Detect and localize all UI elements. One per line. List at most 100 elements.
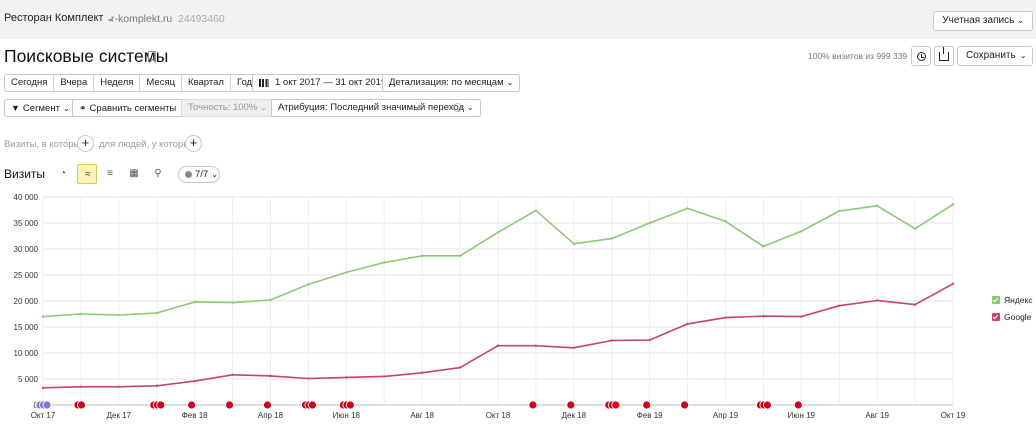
bookmark-icon[interactable]	[148, 51, 156, 62]
funnel-icon: ▼	[11, 103, 20, 113]
annotation-marker	[345, 400, 355, 410]
x-tick-label: Апр 19	[713, 411, 739, 420]
detail-select[interactable]: Детализация: по месяцам ⌄	[382, 74, 521, 92]
data-point	[686, 322, 689, 326]
data-point	[458, 254, 462, 257]
checkbox-icon	[992, 313, 1000, 321]
data-point	[800, 230, 803, 233]
data-point	[724, 220, 727, 223]
save-label: Сохранить	[966, 50, 1016, 61]
annotation-marker	[156, 400, 166, 410]
chart-type-map[interactable]: ⚲	[148, 164, 168, 184]
data-point	[193, 379, 196, 383]
annotation-marker	[308, 400, 317, 410]
map-pin-icon: ⚲	[154, 168, 162, 179]
data-point	[534, 344, 538, 347]
series-selector[interactable]: 7/7 ⌄	[178, 166, 220, 183]
data-point	[231, 373, 234, 377]
clock-icon	[917, 52, 926, 61]
chart-type-pie[interactable]: ◔	[53, 164, 73, 184]
top-bar: Ресторан Комплект ⌄ r-komplekt.ru 2449346…	[0, 0, 1036, 38]
x-tick-label: Окт 18	[486, 411, 511, 420]
attribution-select[interactable]: Атрибуция: Последний значимый переход ⌄	[271, 99, 481, 117]
y-tick-label: 10 000	[14, 349, 39, 358]
data-point	[610, 339, 613, 342]
data-point	[534, 209, 538, 212]
pie-chart-icon: ◔	[59, 168, 67, 179]
data-point	[496, 344, 500, 347]
legend-label-yandex: Яндекс	[1004, 295, 1033, 305]
x-tick-label: Апр 18	[258, 411, 284, 420]
data-point	[155, 384, 158, 387]
data-point	[572, 242, 576, 245]
legend-label-google: Google	[1004, 312, 1032, 322]
date-range-button[interactable]: 1 окт 2017 — 31 окт 2019	[252, 74, 394, 92]
add-visits-filter-button[interactable]: +	[77, 135, 94, 152]
chart-type-line[interactable]: ≈	[77, 164, 97, 184]
data-point	[41, 386, 45, 390]
data-point	[458, 366, 462, 369]
chart-type-area[interactable]: ≡	[100, 164, 120, 184]
data-point	[79, 312, 83, 316]
legend-item-google[interactable]: Google	[992, 312, 1031, 322]
detail-label: Детализация: по месяцам	[389, 77, 504, 88]
data-point	[724, 316, 727, 319]
segment-button[interactable]: ▼ Сегмент ⌄	[4, 99, 77, 117]
chevron-down-icon: ⌄	[506, 78, 514, 87]
visits-line-chart: 05 00010 00015 00020 00025 00030 00035 0…	[14, 193, 966, 420]
x-tick-label: Авг 19	[865, 411, 889, 420]
info-icon[interactable]	[453, 103, 462, 112]
x-tick-label: Фев 19	[637, 411, 663, 420]
annotation-marker	[42, 400, 52, 410]
segment-label: Сегмент	[22, 103, 60, 114]
data-point	[269, 298, 272, 302]
legend-item-yandex[interactable]: Яндекс	[992, 295, 1033, 305]
data-point	[193, 300, 196, 304]
people-filter-label: для людей, у которых	[99, 139, 195, 150]
period-selector: Сегодня Вчера Неделя Месяц Квартал Год	[4, 74, 260, 92]
data-point	[345, 376, 348, 379]
x-tick-label: Дек 18	[562, 411, 587, 420]
data-point	[875, 204, 879, 208]
period-yesterday[interactable]: Вчера	[54, 75, 95, 91]
data-point	[155, 311, 158, 315]
counter-selector[interactable]: Ресторан Комплект ⌄	[4, 12, 114, 24]
counter-name: Ресторан Комплект	[4, 12, 104, 24]
data-point	[686, 207, 689, 210]
y-tick-label: 35 000	[14, 219, 39, 228]
save-button[interactable]: Сохранить ⌄	[957, 46, 1033, 66]
add-people-filter-button[interactable]: +	[185, 135, 202, 152]
x-tick-label: Дек 17	[107, 411, 132, 420]
data-point	[572, 346, 576, 349]
export-icon	[939, 47, 949, 61]
accuracy-select[interactable]: Точность: 100% ⌄	[181, 99, 274, 117]
y-tick-label: 30 000	[14, 245, 39, 254]
period-week[interactable]: Неделя	[94, 75, 141, 91]
history-button[interactable]	[911, 46, 931, 66]
data-point	[800, 315, 803, 318]
compare-segments-button[interactable]: ⚭Сравнить сегменты⌄	[72, 99, 193, 117]
data-point	[913, 303, 917, 306]
export-button[interactable]	[934, 46, 954, 66]
x-tick-label: Окт 17	[31, 411, 56, 420]
data-point	[307, 283, 310, 286]
annotation-marker	[77, 400, 86, 410]
counter-site: r-komplekt.ru	[111, 13, 173, 25]
calendar-icon	[259, 79, 269, 87]
counter-id: 24493460	[178, 13, 225, 25]
data-point	[648, 221, 651, 225]
annotation-marker	[263, 400, 272, 410]
data-point	[496, 231, 500, 234]
annotation-marker	[225, 400, 234, 410]
data-point	[79, 385, 83, 388]
line-chart-icon: ≈	[85, 169, 91, 180]
chart-type-bar[interactable]: ▦	[124, 164, 144, 184]
period-month[interactable]: Месяц	[140, 75, 183, 91]
period-today[interactable]: Сегодня	[5, 75, 55, 91]
visits-filter-label: Визиты, в которых	[4, 139, 86, 150]
account-button[interactable]: Учетная запись ⌄	[933, 11, 1033, 31]
data-point	[231, 301, 234, 304]
x-tick-label: Окт 19	[941, 411, 966, 420]
data-point	[383, 375, 386, 378]
period-quarter[interactable]: Квартал	[182, 75, 231, 91]
